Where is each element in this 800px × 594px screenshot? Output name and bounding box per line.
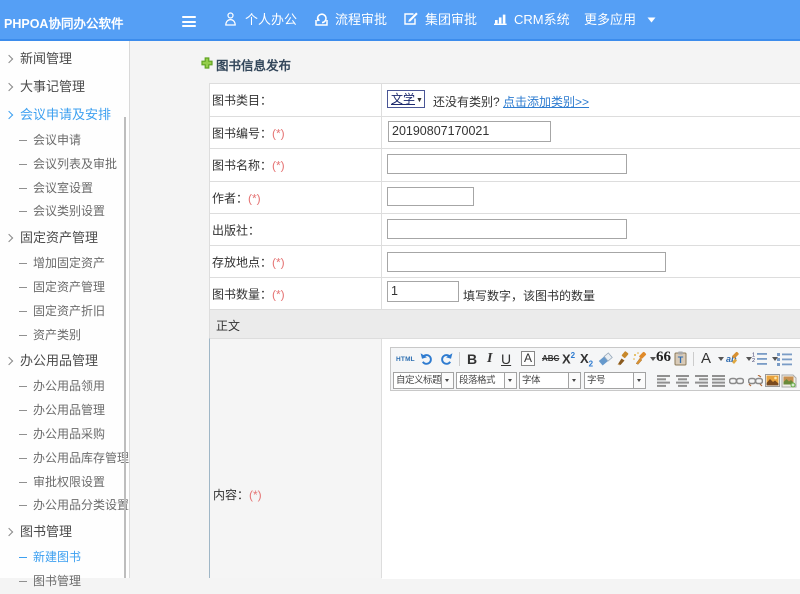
svg-text:2: 2 bbox=[752, 358, 755, 364]
svg-text:T: T bbox=[678, 355, 684, 365]
